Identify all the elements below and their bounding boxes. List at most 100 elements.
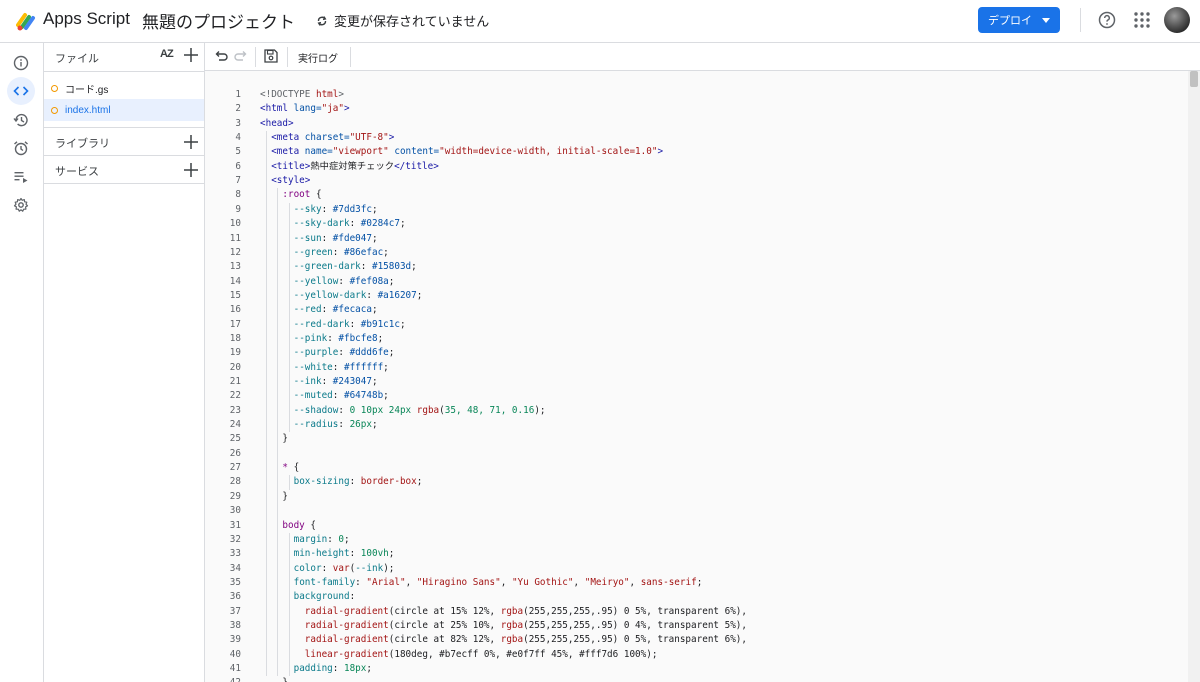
nav-settings[interactable] [7, 191, 35, 219]
code-line[interactable]: 42} [205, 676, 1188, 682]
run-log-button[interactable]: 実行ログ [298, 50, 338, 65]
code-line[interactable]: 20 --white: #ffffff; [205, 361, 1188, 375]
code-token: body [282, 519, 311, 531]
code-line[interactable]: 37 radial-gradient(circle at 15% 12%, rgb… [205, 605, 1188, 619]
code-line[interactable]: 16 --red: #fecaca; [205, 303, 1188, 317]
code-token: ; [371, 376, 378, 387]
help-icon[interactable] [1098, 11, 1116, 29]
code-line[interactable]: 32 margin: 0; [205, 533, 1188, 547]
nav-executions[interactable] [7, 163, 35, 191]
nav-triggers[interactable] [7, 134, 35, 162]
code-line[interactable]: 9 --sky: #7dd3fc; [205, 203, 1188, 217]
code-line[interactable]: 30 [205, 504, 1188, 518]
code-text: <!DOCTYPE html> [260, 88, 344, 102]
code-line[interactable]: 27 * { [205, 461, 1188, 475]
code-token: ; [696, 576, 703, 588]
code-text: padding: 18px; [294, 662, 372, 676]
code-token: > [388, 132, 395, 144]
code-line[interactable]: 15 --yellow-dark: #a16207; [205, 289, 1188, 303]
code-line[interactable]: 17 --red-dark: #b91c1c; [205, 318, 1188, 332]
code-line[interactable]: 26 [205, 447, 1188, 461]
file-item-code-gs[interactable]: コード.gs [44, 77, 204, 99]
project-title[interactable]: 無題のプロジェクト [142, 8, 295, 33]
left-nav [0, 43, 44, 682]
code-editor[interactable]: 1 <!DOCTYPE html> 2 <html lang="ja"> 3 <head>… [205, 71, 1188, 682]
code-text: color: var(--ink); [294, 562, 395, 576]
file-item-index-html[interactable]: index.html [44, 99, 204, 121]
code-line[interactable]: 11 --sun: #fde047; [205, 232, 1188, 246]
libraries-section[interactable]: ライブラリ [44, 127, 204, 156]
deploy-button[interactable]: デプロイ [978, 7, 1060, 33]
code-text: :root { [282, 188, 321, 202]
nav-editor[interactable] [7, 77, 35, 105]
code-line[interactable]: 14 --yellow: #fef08a; [205, 275, 1188, 289]
code-line[interactable]: 40 linear-gradient(180deg, #b7ecff 0%, #e… [205, 648, 1188, 662]
code-line[interactable]: 12 --green: #86efac; [205, 246, 1188, 260]
code-line[interactable]: 24 --radius: 26px; [205, 418, 1188, 432]
add-library-icon[interactable] [182, 133, 200, 151]
sync-icon [317, 15, 327, 26]
save-icon[interactable] [263, 48, 279, 64]
code-line[interactable]: 2 <html lang="ja"> [205, 102, 1188, 116]
line-number: 36 [229, 591, 241, 603]
code-line[interactable]: 18 --pink: #fbcfe8; [205, 332, 1188, 346]
line-number: 27 [229, 462, 241, 474]
code-token: ; [371, 304, 378, 316]
code-line[interactable]: 10 --sky-dark: #0284c7; [205, 217, 1188, 231]
code-line[interactable]: 19 --purple: #ddd6fe; [205, 346, 1188, 360]
code-line[interactable]: 28 box-sizing: border-box; [205, 475, 1188, 489]
code-line[interactable]: 8:root { [205, 188, 1188, 202]
code-token: ); [383, 562, 395, 574]
code-line[interactable]: 35 font-family: "Arial", "Hiragino Sans",… [205, 576, 1188, 590]
code-line[interactable]: 25} [205, 432, 1188, 446]
code-token: (255,255,255,.95) 0 5%, transparent 6%), [523, 605, 747, 617]
line-number: 18 [229, 332, 241, 344]
code-token: <head> [260, 117, 294, 129]
code-token: --yellow-dark [293, 289, 367, 301]
code-line[interactable]: 21 --ink: #243047; [205, 375, 1188, 389]
code-token: rgba [500, 619, 524, 631]
code-line[interactable]: 31 body { [205, 519, 1188, 533]
code-token: --red [293, 304, 322, 316]
code-token: ; [383, 246, 389, 258]
scrollbar-thumb[interactable] [1190, 71, 1198, 87]
code-token: radial-gradient [304, 619, 389, 631]
nav-history[interactable] [7, 106, 35, 134]
nav-overview[interactable] [7, 49, 35, 77]
code-line[interactable]: 39 radial-gradient(circle at 82% 12%, rgb… [205, 633, 1188, 647]
code-line[interactable]: 23 --shadow: 0 10px 24px rgba(35, 48, 71,… [205, 404, 1188, 418]
code-token: margin [293, 533, 328, 545]
code-line[interactable]: 4 <meta charset="UTF-8"> [205, 131, 1188, 145]
add-file-icon[interactable] [182, 46, 200, 64]
services-section[interactable]: サービス [44, 155, 204, 184]
add-service-icon[interactable] [182, 161, 200, 179]
code-line[interactable]: 7 <style> [205, 174, 1188, 188]
code-line[interactable]: 6 <title>熱中症対策チェック</title> [205, 160, 1188, 174]
code-token: : [321, 376, 333, 387]
code-token: --radius [293, 419, 339, 431]
code-line[interactable]: 1 <!DOCTYPE html> [205, 88, 1188, 102]
editor-scrollbar[interactable] [1188, 71, 1200, 682]
undo-icon[interactable] [213, 48, 229, 64]
account-avatar[interactable] [1164, 7, 1190, 33]
code-line[interactable]: 5 <meta name="viewport" content="width=de… [205, 145, 1188, 159]
code-line[interactable]: 22 --muted: #64748b; [205, 389, 1188, 403]
code-line[interactable]: 34 color: var(--ink); [205, 562, 1188, 576]
code-line[interactable]: 13 --green-dark: #15803d; [205, 260, 1188, 274]
code-line[interactable]: 29} [205, 490, 1188, 504]
code-token: ; [383, 361, 389, 373]
dropdown-arrow-icon [1042, 17, 1050, 23]
redo-icon[interactable] [233, 48, 249, 64]
code-line[interactable]: 3 <head> [205, 117, 1188, 131]
code-token: --purple [293, 347, 339, 359]
code-line[interactable]: 38 radial-gradient(circle at 25% 10%, rgb… [205, 619, 1188, 633]
code-token: --pink [293, 332, 328, 344]
code-token: #0284c7 [360, 218, 400, 230]
google-apps-icon[interactable] [1133, 11, 1151, 29]
sort-az-icon[interactable]: AZ [160, 48, 174, 60]
code-token: box-sizing [293, 476, 350, 488]
code-line[interactable]: 41 padding: 18px; [205, 662, 1188, 676]
code-line[interactable]: 36 background: [205, 590, 1188, 604]
app-title[interactable]: Apps Script [43, 9, 130, 29]
code-line[interactable]: 33 min-height: 100vh; [205, 547, 1188, 561]
